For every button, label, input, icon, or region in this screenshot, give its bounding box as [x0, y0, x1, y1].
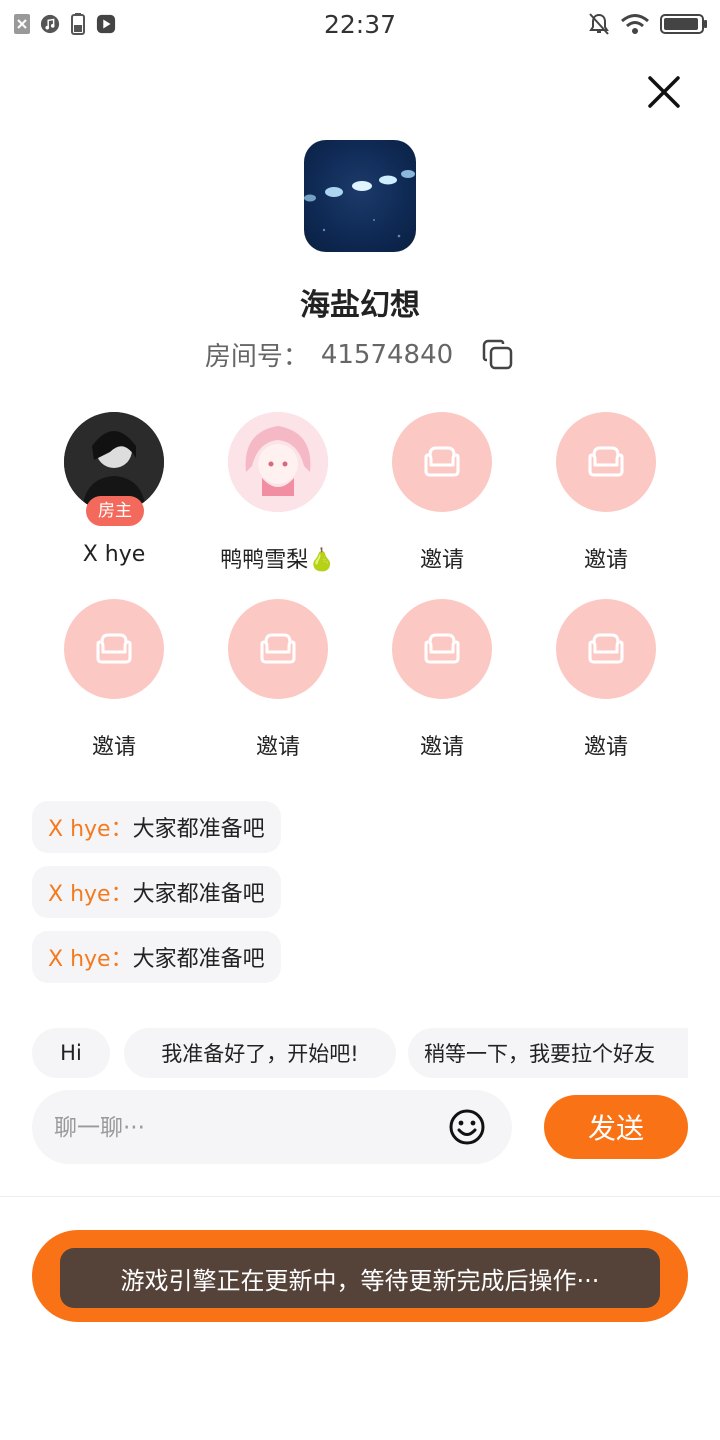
wifi-icon [620, 13, 650, 39]
seat-3[interactable]: 邀请 [360, 412, 524, 574]
sofa-icon [424, 446, 460, 477]
avatar [228, 412, 328, 512]
invite-seat-button[interactable] [556, 412, 656, 512]
seat-username: X hye [82, 542, 146, 567]
status-bar: 22:37 [0, 0, 720, 50]
invite-label: 邀请 [583, 735, 628, 760]
invite-seat-button[interactable] [392, 599, 492, 699]
invite-seat-button[interactable] [556, 599, 656, 699]
mute-bell-icon [588, 12, 610, 40]
sofa-icon [96, 633, 132, 664]
invite-seat-button[interactable] [392, 412, 492, 512]
seat-2[interactable]: 鸭鸭雪梨🍐 [196, 412, 360, 574]
room-id-row: 房间号： 41574840 [0, 336, 720, 373]
sofa-icon [588, 633, 624, 664]
divider [0, 1196, 720, 1197]
send-button[interactable]: 发送 [544, 1095, 688, 1159]
chat-username: X hye： [48, 817, 133, 842]
quick-reply-chip[interactable]: 我准备好了，开始吧! [124, 1028, 396, 1078]
chat-username: X hye： [48, 947, 133, 972]
game-title: 海盐幻想 [300, 288, 420, 323]
room-number: 41574840 [320, 339, 454, 370]
seat-1[interactable]: 房主 X hye [32, 412, 196, 567]
seat-7[interactable]: 邀请 [360, 599, 524, 761]
smiley-icon [449, 1109, 485, 1145]
sofa-icon [260, 633, 296, 664]
seat-5[interactable]: 邀请 [32, 599, 196, 761]
copy-room-number-button[interactable] [481, 338, 515, 372]
chat-username: X hye： [48, 882, 133, 907]
seat-username: 鸭鸭雪梨🍐 [220, 548, 336, 573]
chat-message: X hye： 大家都准备吧 [32, 931, 281, 983]
invite-seat-button[interactable] [64, 599, 164, 699]
chat-input-container [32, 1090, 512, 1166]
seat-6[interactable]: 邀请 [196, 599, 360, 761]
battery-icon [660, 13, 708, 39]
game-icon [304, 140, 416, 252]
chat-message: X hye： 大家都准备吧 [32, 801, 281, 853]
chat-message: X hye： 大家都准备吧 [32, 866, 281, 918]
invite-label: 邀请 [583, 548, 628, 573]
invite-label: 邀请 [91, 735, 136, 760]
quick-reply-chip[interactable]: Hi [32, 1028, 110, 1078]
seat-8[interactable]: 邀请 [524, 599, 688, 761]
avatar: 房主 [64, 412, 164, 526]
invite-label: 邀请 [419, 735, 464, 760]
invite-seat-button[interactable] [228, 599, 328, 699]
host-badge: 房主 [86, 496, 144, 526]
chat-text: 大家都准备吧 [132, 947, 265, 972]
chat-text: 大家都准备吧 [132, 882, 265, 907]
chat-text: 大家都准备吧 [132, 817, 265, 842]
close-icon [648, 76, 680, 108]
sofa-icon [588, 446, 624, 477]
invite-label: 邀请 [255, 735, 300, 760]
close-button[interactable] [642, 70, 686, 114]
chat-input[interactable] [52, 1090, 436, 1166]
room-label: 房间号： [204, 342, 309, 372]
invite-label: 邀请 [419, 548, 464, 573]
status-bar-right [588, 12, 708, 40]
sofa-icon [424, 633, 460, 664]
quick-reply-chip[interactable]: 稍等一下，我要拉个好友 [408, 1028, 688, 1078]
copy-icon [482, 339, 513, 369]
toast-message: 游戏引擎正在更新中，等待更新完成后操作··· [60, 1248, 660, 1308]
emoji-button[interactable] [448, 1108, 486, 1146]
seat-4[interactable]: 邀请 [524, 412, 688, 574]
